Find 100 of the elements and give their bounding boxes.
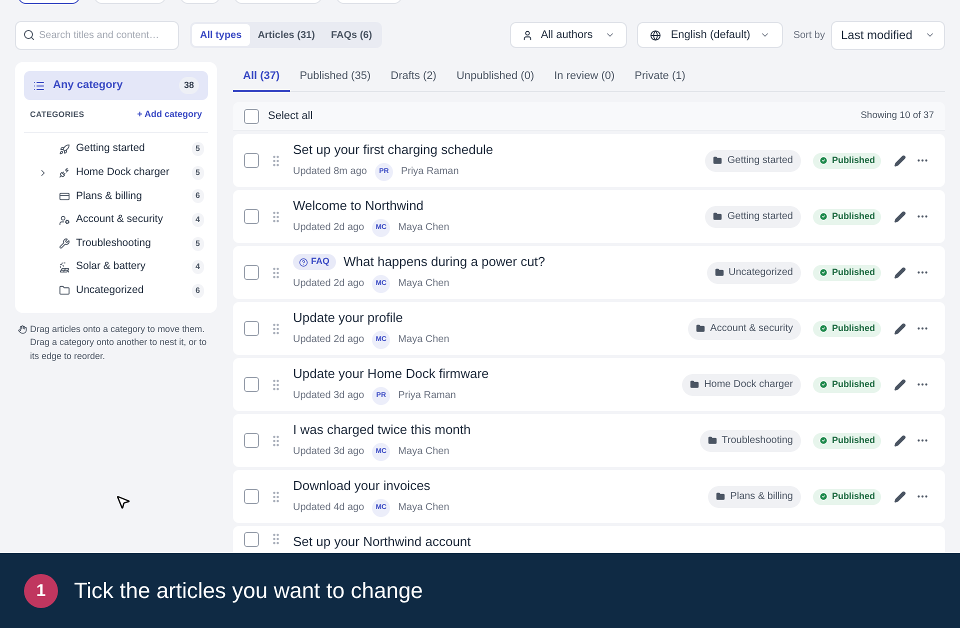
banner-text: Tick the articles you want to change bbox=[74, 577, 423, 605]
status-tab[interactable]: Published (35) bbox=[290, 62, 381, 92]
category-chip: Uncategorized bbox=[706, 262, 801, 284]
check-icon bbox=[818, 380, 828, 389]
checkbox[interactable] bbox=[244, 321, 259, 336]
category-chip: Home Dock charger bbox=[682, 374, 801, 396]
category-icon bbox=[59, 167, 70, 178]
edit-icon[interactable] bbox=[894, 378, 906, 390]
category-chip: Troubleshooting bbox=[700, 430, 801, 452]
category-item[interactable]: Plans & billing 6 bbox=[24, 184, 208, 208]
category-item[interactable]: Solar & battery 4 bbox=[24, 255, 208, 280]
person-icon bbox=[522, 30, 533, 40]
status-badge: Published bbox=[812, 376, 881, 392]
sort-dropdown[interactable]: Last modified bbox=[831, 20, 945, 50]
checkbox[interactable] bbox=[244, 489, 259, 504]
edit-icon[interactable] bbox=[894, 266, 906, 278]
article-title[interactable]: Download your invoices bbox=[293, 476, 430, 496]
checkbox[interactable] bbox=[244, 265, 259, 280]
count-badge: 4 bbox=[192, 260, 204, 274]
article-row[interactable]: Set up your Northwind account bbox=[233, 526, 945, 553]
status-badge: Published bbox=[812, 432, 881, 448]
category-icon bbox=[59, 144, 70, 155]
category-icon bbox=[59, 285, 70, 296]
article-title[interactable]: Set up your first charging schedule bbox=[293, 140, 494, 160]
count-badge: 6 bbox=[192, 284, 204, 298]
category-chip: Account & security bbox=[688, 318, 801, 340]
checkbox[interactable] bbox=[244, 108, 259, 124]
check-icon bbox=[818, 156, 828, 165]
category-item[interactable]: Getting started 5 bbox=[24, 138, 208, 162]
type-filter-option[interactable]: FAQs (6) bbox=[322, 24, 380, 46]
check-icon bbox=[818, 436, 828, 445]
category-name: Getting started bbox=[76, 141, 146, 156]
checkbox[interactable] bbox=[244, 377, 259, 392]
checkbox[interactable] bbox=[244, 433, 259, 448]
any-category-item[interactable]: Any category 38 bbox=[24, 71, 208, 100]
article-title[interactable]: I was charged twice this month bbox=[293, 420, 471, 440]
edit-icon[interactable] bbox=[894, 490, 906, 502]
status-badge: Published bbox=[812, 264, 881, 280]
count-badge: 4 bbox=[192, 213, 204, 228]
updated-time: Updated 8m ago bbox=[293, 165, 367, 180]
updated-time: Updated 3d ago bbox=[293, 445, 364, 460]
article-title[interactable]: Welcome to Northwind bbox=[293, 196, 424, 216]
status-tab[interactable]: All (37) bbox=[233, 62, 290, 92]
type-filter-option[interactable]: All types bbox=[192, 24, 250, 46]
category-icon bbox=[59, 238, 70, 250]
sort-label: Sort by bbox=[793, 28, 825, 42]
updated-time: Updated 2d ago bbox=[293, 277, 364, 292]
category-name: Uncategorized bbox=[76, 282, 145, 298]
step-number: 1 bbox=[24, 574, 58, 608]
count-badge: 5 bbox=[192, 166, 204, 180]
status-badge: Published bbox=[812, 320, 881, 336]
category-item[interactable]: Troubleshooting 5 bbox=[24, 232, 208, 256]
category-name: Solar & battery bbox=[76, 259, 146, 274]
article-title[interactable]: Set up your Northwind account bbox=[293, 532, 471, 552]
category-chip: Plans & billing bbox=[708, 486, 801, 508]
categories-heading: CATEGORIES bbox=[30, 108, 84, 121]
author-dropdown[interactable]: All authors bbox=[510, 22, 627, 48]
drag-hint: Drag articles onto a category to move them. Drag a category onto another to nest it, or to its edge to reorder. bbox=[30, 322, 208, 363]
status-badge: Published bbox=[812, 152, 881, 168]
category-name: Plans & billing bbox=[76, 188, 143, 204]
search-field[interactable]: Search titles and content… bbox=[15, 20, 179, 50]
author-name: Maya Chen bbox=[398, 277, 450, 292]
author-name: Maya Chen bbox=[398, 221, 450, 236]
folder-icon bbox=[696, 324, 706, 333]
article-title[interactable]: Update your profile bbox=[293, 308, 403, 328]
category-name: Troubleshooting bbox=[76, 236, 152, 251]
status-tab[interactable]: In review (0) bbox=[544, 62, 625, 92]
checkbox[interactable] bbox=[244, 153, 259, 168]
check-icon bbox=[818, 268, 828, 277]
count-badge: 5 bbox=[192, 236, 204, 251]
checkbox[interactable] bbox=[244, 209, 259, 224]
edit-icon[interactable] bbox=[894, 154, 906, 166]
showing-count: Showing 10 of 37 bbox=[860, 108, 934, 123]
add-category-link[interactable]: + Add category bbox=[137, 108, 202, 122]
status-tab[interactable]: Unpublished (0) bbox=[446, 62, 544, 92]
article-title[interactable]: Update your Home Dock firmware bbox=[293, 364, 489, 384]
hand-icon bbox=[18, 324, 27, 334]
edit-icon[interactable] bbox=[894, 322, 906, 334]
status-tab[interactable]: Private (1) bbox=[624, 62, 696, 92]
count-badge: 6 bbox=[192, 189, 204, 204]
language-dropdown[interactable]: English (default) bbox=[636, 22, 784, 48]
category-item[interactable]: Home Dock charger 5 bbox=[24, 161, 208, 185]
count-badge: 5 bbox=[192, 142, 204, 156]
author-name: Maya Chen bbox=[398, 333, 450, 348]
author-name: Maya Chen bbox=[398, 445, 450, 460]
question-icon bbox=[299, 258, 308, 266]
folder-icon bbox=[708, 436, 717, 445]
type-filter-option[interactable]: Articles (31) bbox=[250, 24, 323, 46]
author-name: Maya Chen bbox=[398, 501, 450, 516]
folder-icon bbox=[713, 212, 722, 221]
check-icon bbox=[818, 324, 828, 333]
faq-badge: FAQ bbox=[293, 254, 336, 270]
category-item[interactable]: Account & security 4 bbox=[24, 208, 208, 232]
status-tab[interactable]: Drafts (2) bbox=[380, 62, 446, 92]
edit-icon[interactable] bbox=[894, 210, 906, 222]
article-title[interactable]: What happens during a power cut? bbox=[344, 252, 546, 272]
edit-icon[interactable] bbox=[894, 434, 906, 446]
search-icon bbox=[23, 29, 35, 41]
category-item[interactable]: Uncategorized 6 bbox=[24, 279, 208, 303]
checkbox[interactable] bbox=[244, 532, 259, 547]
